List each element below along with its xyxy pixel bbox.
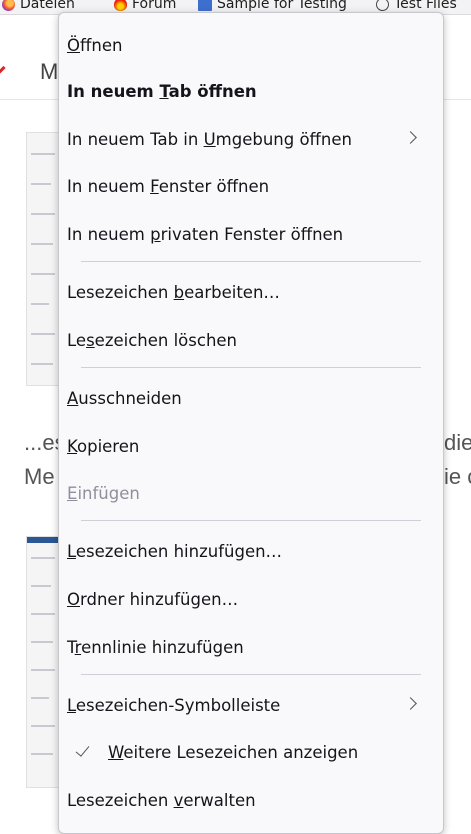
menu-item-cut[interactable]: Ausschneiden	[59, 383, 443, 413]
menu-item-open[interactable]: Öffnen	[59, 30, 443, 60]
bookmark-label: Sample for Testing	[217, 0, 347, 12]
checkmark-icon	[75, 742, 90, 757]
menu-item-show-other-bookmarks[interactable]: Weitere Lesezeichen anzeigen	[59, 737, 443, 767]
menu-separator	[81, 367, 421, 368]
menu-item-manage-bookmarks[interactable]: Lesezeichen verwalten	[59, 785, 443, 815]
article-text-fragment: ie c	[444, 464, 471, 489]
menu-item-paste: Einfügen	[67, 483, 140, 503]
menu-item-add-separator[interactable]: Trennlinie hinzufügen	[59, 632, 443, 662]
article-text-fragment: die	[444, 430, 471, 455]
menu-item-add-folder[interactable]: Ordner hinzufügen…	[59, 584, 443, 614]
bookmark-context-menu: Öffnen In neuem Tab öffnen In neuem Tab …	[58, 12, 444, 834]
menu-item-delete-bookmark[interactable]: Lesezeichen löschen	[59, 325, 443, 355]
chevron-right-icon	[404, 131, 417, 144]
menu-item-copy[interactable]: Kopieren	[59, 431, 443, 461]
menu-separator	[81, 674, 421, 675]
flame-icon	[114, 0, 127, 11]
menu-separator	[81, 520, 421, 521]
globe-icon	[376, 0, 389, 11]
menu-item-add-bookmark[interactable]: Lesezeichen hinzufügen…	[59, 536, 443, 566]
chevron-right-icon	[404, 697, 417, 710]
bookmark-label: Test Files	[394, 0, 457, 12]
site-logo-fragment	[0, 65, 6, 76]
menu-item-edit-bookmark[interactable]: Lesezeichen bearbeiten…	[59, 277, 443, 307]
menu-item-open-in-container-tab[interactable]: In neuem Tab in Umgebung öffnen	[59, 124, 443, 154]
firefox-icon	[2, 0, 15, 11]
document-icon	[198, 0, 212, 11]
bookmark-label: Dateien	[20, 0, 75, 12]
menu-separator	[81, 261, 421, 262]
menu-item-bookmarks-toolbar[interactable]: Lesezeichen-Symbolleiste	[59, 690, 443, 720]
menu-item-open-in-new-tab[interactable]: In neuem Tab öffnen	[59, 76, 443, 106]
article-text-line: Me	[24, 464, 55, 489]
menu-item-open-in-new-window[interactable]: In neuem Fenster öffnen	[59, 171, 443, 201]
header-nav-text[interactable]: M	[40, 59, 58, 85]
bookmark-label: Forum	[132, 0, 177, 12]
menu-item-open-in-private-window[interactable]: In neuem privaten Fenster öffnen	[59, 219, 443, 249]
